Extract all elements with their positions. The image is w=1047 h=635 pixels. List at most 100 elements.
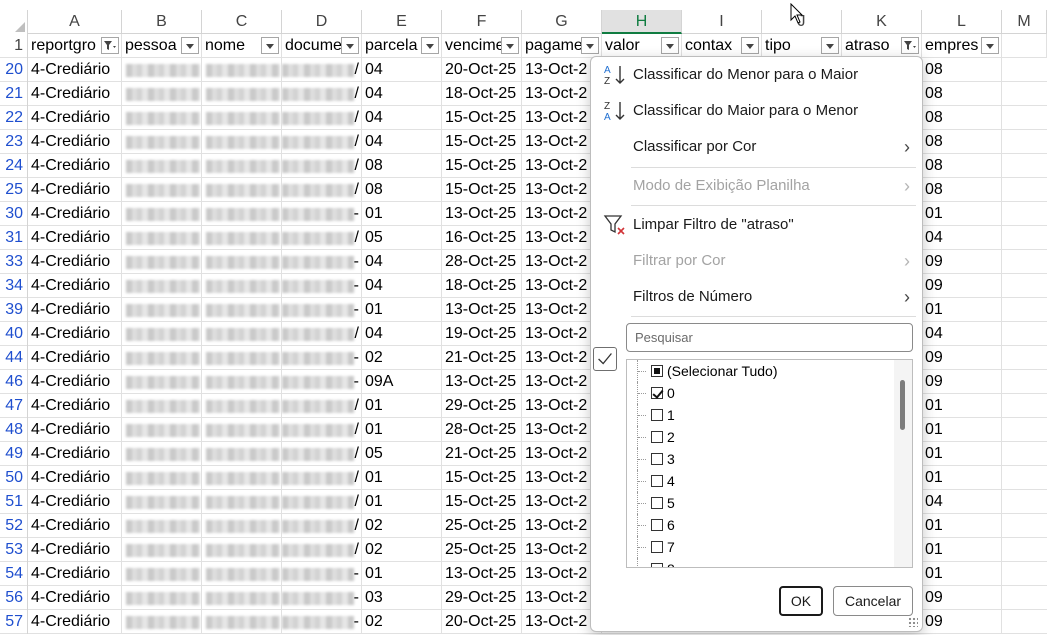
cell-pessoa-redacted[interactable]: [122, 298, 202, 322]
cell-vencimento[interactable]: 15-Oct-25: [442, 466, 522, 490]
cell-reportgroup[interactable]: 4-Crediário: [28, 346, 122, 370]
cell-reportgroup[interactable]: 4-Crediário: [28, 298, 122, 322]
row-number[interactable]: 52: [0, 514, 28, 538]
cell-vencimento[interactable]: 19-Oct-25: [442, 322, 522, 346]
cell-reportgroup[interactable]: 4-Crediário: [28, 610, 122, 634]
filter-dropdown-icon[interactable]: [661, 37, 679, 54]
filter-list-item[interactable]: (Selecionar Tudo): [627, 360, 897, 382]
row-number[interactable]: 49: [0, 442, 28, 466]
cell-documento-redacted[interactable]: /: [282, 490, 362, 514]
header-cell-e[interactable]: parcela: [362, 34, 442, 58]
cell-pessoa-redacted[interactable]: [122, 58, 202, 82]
filter-values-list[interactable]: (Selecionar Tudo) 0 1 2 3 4 5 6 7 8: [626, 359, 913, 568]
cell-nome-redacted[interactable]: [202, 82, 282, 106]
cell-vencimento[interactable]: 20-Oct-25: [442, 610, 522, 634]
filter-list-item[interactable]: 7: [627, 536, 897, 558]
cell-nome-redacted[interactable]: [202, 466, 282, 490]
cell-parcela[interactable]: 04: [362, 250, 442, 274]
cell-empresa[interactable]: 01: [922, 538, 1002, 562]
cell-reportgroup[interactable]: 4-Crediário: [28, 250, 122, 274]
filter-list-item[interactable]: 4: [627, 470, 897, 492]
row-number[interactable]: 50: [0, 466, 28, 490]
cell-parcela[interactable]: 01: [362, 490, 442, 514]
cell-reportgroup[interactable]: 4-Crediário: [28, 442, 122, 466]
row-number[interactable]: 22: [0, 106, 28, 130]
cell-documento-redacted[interactable]: /: [282, 394, 362, 418]
cell-documento-redacted[interactable]: /: [282, 322, 362, 346]
cell-reportgroup[interactable]: 4-Crediário: [28, 226, 122, 250]
cell-vencimento[interactable]: 28-Oct-25: [442, 418, 522, 442]
row-number[interactable]: 57: [0, 610, 28, 634]
cell-nome-redacted[interactable]: [202, 610, 282, 634]
cell-vencimento[interactable]: 21-Oct-25: [442, 442, 522, 466]
row-number[interactable]: 56: [0, 586, 28, 610]
row-number[interactable]: 40: [0, 322, 28, 346]
cell-documento-redacted[interactable]: /: [282, 154, 362, 178]
cancel-button[interactable]: Cancelar: [833, 586, 913, 616]
cell-pessoa-redacted[interactable]: [122, 178, 202, 202]
row-number[interactable]: 23: [0, 130, 28, 154]
cell-reportgroup[interactable]: 4-Crediário: [28, 490, 122, 514]
cell-nome-redacted[interactable]: [202, 538, 282, 562]
cell-parcela[interactable]: 04: [362, 82, 442, 106]
cell-empresa[interactable]: 08: [922, 58, 1002, 82]
cell-pessoa-redacted[interactable]: [122, 610, 202, 634]
cell-empresa[interactable]: 01: [922, 466, 1002, 490]
cell-reportgroup[interactable]: 4-Crediário: [28, 466, 122, 490]
filter-funnel-icon[interactable]: [901, 37, 919, 54]
filter-funnel-icon[interactable]: [101, 37, 119, 54]
cell-pessoa-redacted[interactable]: [122, 562, 202, 586]
row-number[interactable]: 48: [0, 418, 28, 442]
cell-reportgroup[interactable]: 4-Crediário: [28, 586, 122, 610]
filter-dropdown-icon[interactable]: [421, 37, 439, 54]
cell-nome-redacted[interactable]: [202, 178, 282, 202]
column-header-f[interactable]: F: [442, 10, 522, 34]
column-header-m[interactable]: M: [1002, 10, 1047, 34]
cell-reportgroup[interactable]: 4-Crediário: [28, 154, 122, 178]
cell-reportgroup[interactable]: 4-Crediário: [28, 394, 122, 418]
cell-vencimento[interactable]: 29-Oct-25: [442, 586, 522, 610]
cell-vencimento[interactable]: 13-Oct-25: [442, 370, 522, 394]
cell-empresa[interactable]: 09: [922, 586, 1002, 610]
cell-pessoa-redacted[interactable]: [122, 274, 202, 298]
cell-nome-redacted[interactable]: [202, 154, 282, 178]
cell-documento-redacted[interactable]: -: [282, 346, 362, 370]
sort-by-color-item[interactable]: Classificar por Cor ›: [591, 130, 922, 164]
checkbox[interactable]: [651, 563, 663, 567]
cell-pessoa-redacted[interactable]: [122, 442, 202, 466]
cell-pessoa-redacted[interactable]: [122, 346, 202, 370]
filter-dropdown-icon[interactable]: [741, 37, 759, 54]
cell-pessoa-redacted[interactable]: [122, 394, 202, 418]
checkbox[interactable]: [651, 497, 663, 509]
cell-nome-redacted[interactable]: [202, 562, 282, 586]
header-cell-b[interactable]: pessoa: [122, 34, 202, 58]
cell-pessoa-redacted[interactable]: [122, 154, 202, 178]
header-cell-l[interactable]: empres: [922, 34, 1002, 58]
cell-empresa[interactable]: 09: [922, 274, 1002, 298]
row-number[interactable]: 33: [0, 250, 28, 274]
cell-nome-redacted[interactable]: [202, 418, 282, 442]
cell-nome-redacted[interactable]: [202, 58, 282, 82]
cell-reportgroup[interactable]: 4-Crediário: [28, 106, 122, 130]
cell-parcela[interactable]: 01: [362, 298, 442, 322]
cell-empresa[interactable]: 01: [922, 418, 1002, 442]
cell-vencimento[interactable]: 18-Oct-25: [442, 82, 522, 106]
header-cell-m[interactable]: [1002, 34, 1047, 58]
cell-empresa[interactable]: 08: [922, 106, 1002, 130]
cell-reportgroup[interactable]: 4-Crediário: [28, 274, 122, 298]
cell-pessoa-redacted[interactable]: [122, 418, 202, 442]
cell-nome-redacted[interactable]: [202, 346, 282, 370]
cell-nome-redacted[interactable]: [202, 490, 282, 514]
checkbox[interactable]: [651, 365, 663, 377]
cell-nome-redacted[interactable]: [202, 322, 282, 346]
cell-nome-redacted[interactable]: [202, 226, 282, 250]
cell-reportgroup[interactable]: 4-Crediário: [28, 130, 122, 154]
cell-empresa[interactable]: 09: [922, 250, 1002, 274]
cell-parcela[interactable]: 02: [362, 514, 442, 538]
filter-dropdown-icon[interactable]: [501, 37, 519, 54]
cell-empresa[interactable]: 01: [922, 442, 1002, 466]
row-number[interactable]: 24: [0, 154, 28, 178]
cell-nome-redacted[interactable]: [202, 514, 282, 538]
cell-pessoa-redacted[interactable]: [122, 250, 202, 274]
cell-empresa[interactable]: 01: [922, 298, 1002, 322]
